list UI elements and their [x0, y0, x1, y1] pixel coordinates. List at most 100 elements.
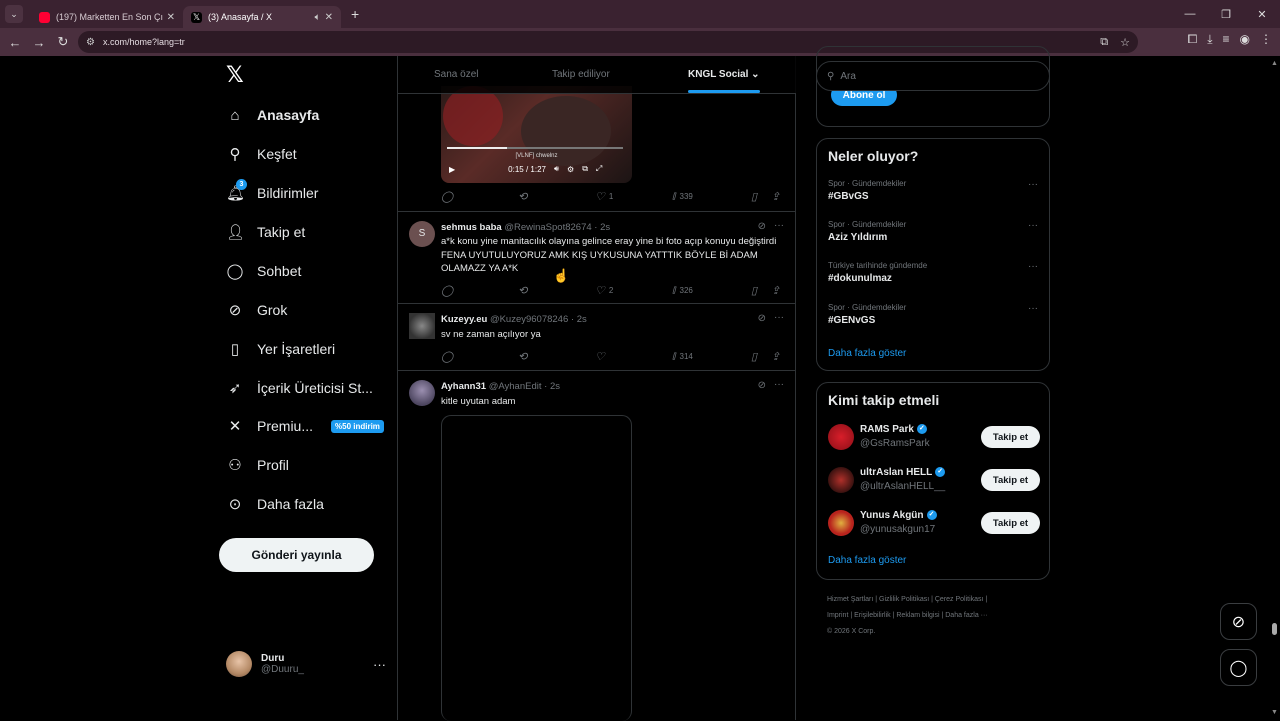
more-icon[interactable]: ···	[1028, 261, 1038, 272]
close-tab-icon[interactable]: ✕	[325, 12, 333, 23]
speaker-icon[interactable]: 🔈︎	[315, 12, 321, 23]
install-app-icon[interactable]: ⧉	[1100, 36, 1108, 49]
nav-chat[interactable]: ◯ Sohbet	[226, 259, 302, 283]
reload-icon[interactable]: ↻	[51, 34, 75, 50]
nav-explore[interactable]: ⚲ Keşfet	[226, 142, 297, 166]
post[interactable]: S sehmus baba @RewinaSpot82674 · 2s ⊘ ··…	[398, 212, 796, 304]
like-button[interactable]: ♡ 1	[595, 190, 613, 203]
scroll-up-icon[interactable]: ▲	[1271, 60, 1278, 67]
fullscreen-icon[interactable]: ⤢	[596, 164, 602, 174]
scroll-down-icon[interactable]: ▼	[1271, 709, 1278, 716]
reply-button[interactable]: ◯	[441, 350, 453, 363]
bookmark-button[interactable]: ▯	[751, 350, 757, 363]
repost-button[interactable]: ⟲	[518, 190, 527, 203]
post-button[interactable]: Gönderi yayınla	[219, 538, 374, 572]
more-icon[interactable]: ···	[1028, 179, 1038, 190]
author-name[interactable]: Kuzeyy.eu	[441, 314, 487, 325]
nav-follow[interactable]: 👤︎ Takip et	[226, 220, 305, 244]
bookmark-button[interactable]: ▯	[751, 190, 757, 203]
extensions-icon[interactable]: ⧠	[1188, 32, 1198, 47]
post[interactable]: Kuzeyy.eu @Kuzey96078246 · 2s ⊘ ··· sv n…	[398, 304, 796, 371]
scrollbar[interactable]: ▲ ▼	[1270, 56, 1280, 720]
bookmark-button[interactable]: ▯	[751, 284, 757, 297]
x-logo-icon[interactable]: 𝕏	[226, 63, 244, 88]
post-time[interactable]: 2s	[577, 314, 587, 325]
show-more-trends-link[interactable]: Daha fazla göster	[828, 348, 906, 359]
volume-icon[interactable]: 🔊︎	[554, 164, 559, 174]
post[interactable]: Ayhann31 @AyhanEdit · 2s ⊘ ··· kitle uyu…	[398, 371, 796, 721]
download-icon[interactable]: ⤓	[1207, 32, 1212, 47]
minimize-icon[interactable]: —	[1172, 8, 1208, 20]
menu-icon[interactable]: ⋮	[1260, 32, 1272, 47]
more-icon[interactable]: ···	[373, 657, 386, 672]
grok-icon[interactable]: ⊘	[758, 221, 766, 232]
share-button[interactable]: ⇪	[771, 350, 780, 363]
more-icon[interactable]: ···	[1028, 220, 1038, 231]
tab-search-button[interactable]: ⌄	[5, 5, 23, 23]
follow-suggestion[interactable]: Yunus Akgün ✓ @yunusakgun17 Takip et	[828, 508, 1040, 538]
trend-item[interactable]: Spor · Gündemdekiler Aziz Yıldırım ···	[828, 220, 1038, 243]
follow-button[interactable]: Takip et	[981, 469, 1040, 491]
star-icon[interactable]: ☆	[1120, 36, 1130, 49]
trend-item[interactable]: Spor · Gündemdekiler #GENvGS ···	[828, 303, 1038, 326]
like-button[interactable]: ♡ 2	[595, 284, 613, 297]
scroll-thumb[interactable]	[1272, 623, 1277, 635]
repost-button[interactable]: ⟲	[518, 350, 527, 363]
post-time[interactable]: 2s	[550, 381, 560, 392]
chat-fab-button[interactable]: ◯	[1220, 649, 1257, 686]
tab-kngl-social[interactable]: KNGL Social ⌄	[688, 69, 760, 93]
repost-button[interactable]: ⟲	[518, 284, 527, 297]
post-media[interactable]	[441, 415, 632, 721]
pip-icon[interactable]: ⧉	[582, 164, 588, 174]
video-progress-bar[interactable]	[447, 147, 623, 149]
author-name[interactable]: Ayhann31	[441, 381, 486, 392]
follow-suggestion[interactable]: RAMS Park ✓ @GsRamsPark Takip et	[828, 422, 1040, 452]
nav-notifications[interactable]: 🔔︎ 3 Bildirimler	[226, 179, 318, 205]
site-info-icon[interactable]: ⚙	[86, 37, 95, 48]
nav-grok[interactable]: ⊘ Grok	[226, 298, 288, 322]
more-icon[interactable]: ···	[1028, 303, 1038, 314]
browser-tab-youtube[interactable]: (197) Marketten En Son Çıkan Z ✕	[31, 6, 183, 28]
author-handle[interactable]: @RewinaSpot82674	[504, 222, 591, 233]
follow-suggestion[interactable]: ultrAslan HELL ✓ @ultrAslanHELL__ Takip e…	[828, 465, 1040, 495]
author-handle[interactable]: @Kuzey96078246	[490, 314, 568, 325]
author-handle[interactable]: @AyhanEdit	[489, 381, 542, 392]
nav-bookmarks[interactable]: ▯ Yer İşaretleri	[226, 337, 335, 361]
share-button[interactable]: ⇪	[771, 190, 780, 203]
more-icon[interactable]: ···	[774, 312, 784, 323]
views-button[interactable]: ⫾ 314	[672, 350, 693, 363]
new-tab-icon[interactable]: +	[351, 6, 359, 22]
views-button[interactable]: ⫾ 339	[672, 190, 693, 203]
grok-icon[interactable]: ⊘	[758, 380, 766, 391]
avatar[interactable]	[409, 313, 435, 339]
tab-for-you[interactable]: Sana özel	[434, 69, 478, 80]
grok-fab-button[interactable]: ⊘	[1220, 603, 1257, 640]
nav-home[interactable]: ⌂ Anasayfa	[226, 103, 319, 127]
reading-list-icon[interactable]: ≡	[1223, 32, 1230, 47]
more-icon[interactable]: ···	[774, 220, 784, 231]
avatar[interactable]: S	[409, 221, 435, 247]
trend-item[interactable]: Spor · Gündemdekiler #GBvGS ···	[828, 179, 1038, 202]
share-button[interactable]: ⇪	[771, 284, 780, 297]
search-input[interactable]: ⚲ Ara	[816, 61, 1050, 91]
browser-tab-x[interactable]: 𝕏 (3) Anasayfa / X 🔈︎ ✕	[183, 6, 341, 28]
profile-icon[interactable]: ◉	[1240, 32, 1250, 47]
show-more-suggestions-link[interactable]: Daha fazla göster	[828, 555, 906, 566]
avatar[interactable]	[409, 380, 435, 406]
nav-creator-studio[interactable]: ➶ İçerik Üreticisi St...	[226, 376, 373, 400]
grok-icon[interactable]: ⊘	[758, 313, 766, 324]
close-tab-icon[interactable]: ✕	[167, 12, 175, 23]
views-button[interactable]: ⫾ 326	[672, 284, 693, 297]
settings-icon[interactable]: ⚙	[567, 165, 574, 174]
nav-more[interactable]: ⊙ Daha fazla	[226, 492, 324, 516]
post-time[interactable]: 2s	[600, 222, 610, 233]
forward-icon[interactable]: →	[27, 35, 51, 50]
follow-button[interactable]: Takip et	[981, 426, 1040, 448]
restore-icon[interactable]: ❐	[1208, 8, 1244, 21]
video-player[interactable]: [VLNF] chwelnz ▶ 0:15 / 1:27 🔊︎ ⚙ ⧉ ⤢	[441, 86, 632, 183]
nav-premium[interactable]: ✕ Premiu... %50 indirim	[226, 414, 384, 438]
close-window-icon[interactable]: ✕	[1244, 8, 1280, 21]
reply-button[interactable]: ◯	[441, 284, 453, 297]
reply-button[interactable]: ◯	[441, 190, 453, 203]
like-button[interactable]: ♡	[595, 350, 605, 363]
